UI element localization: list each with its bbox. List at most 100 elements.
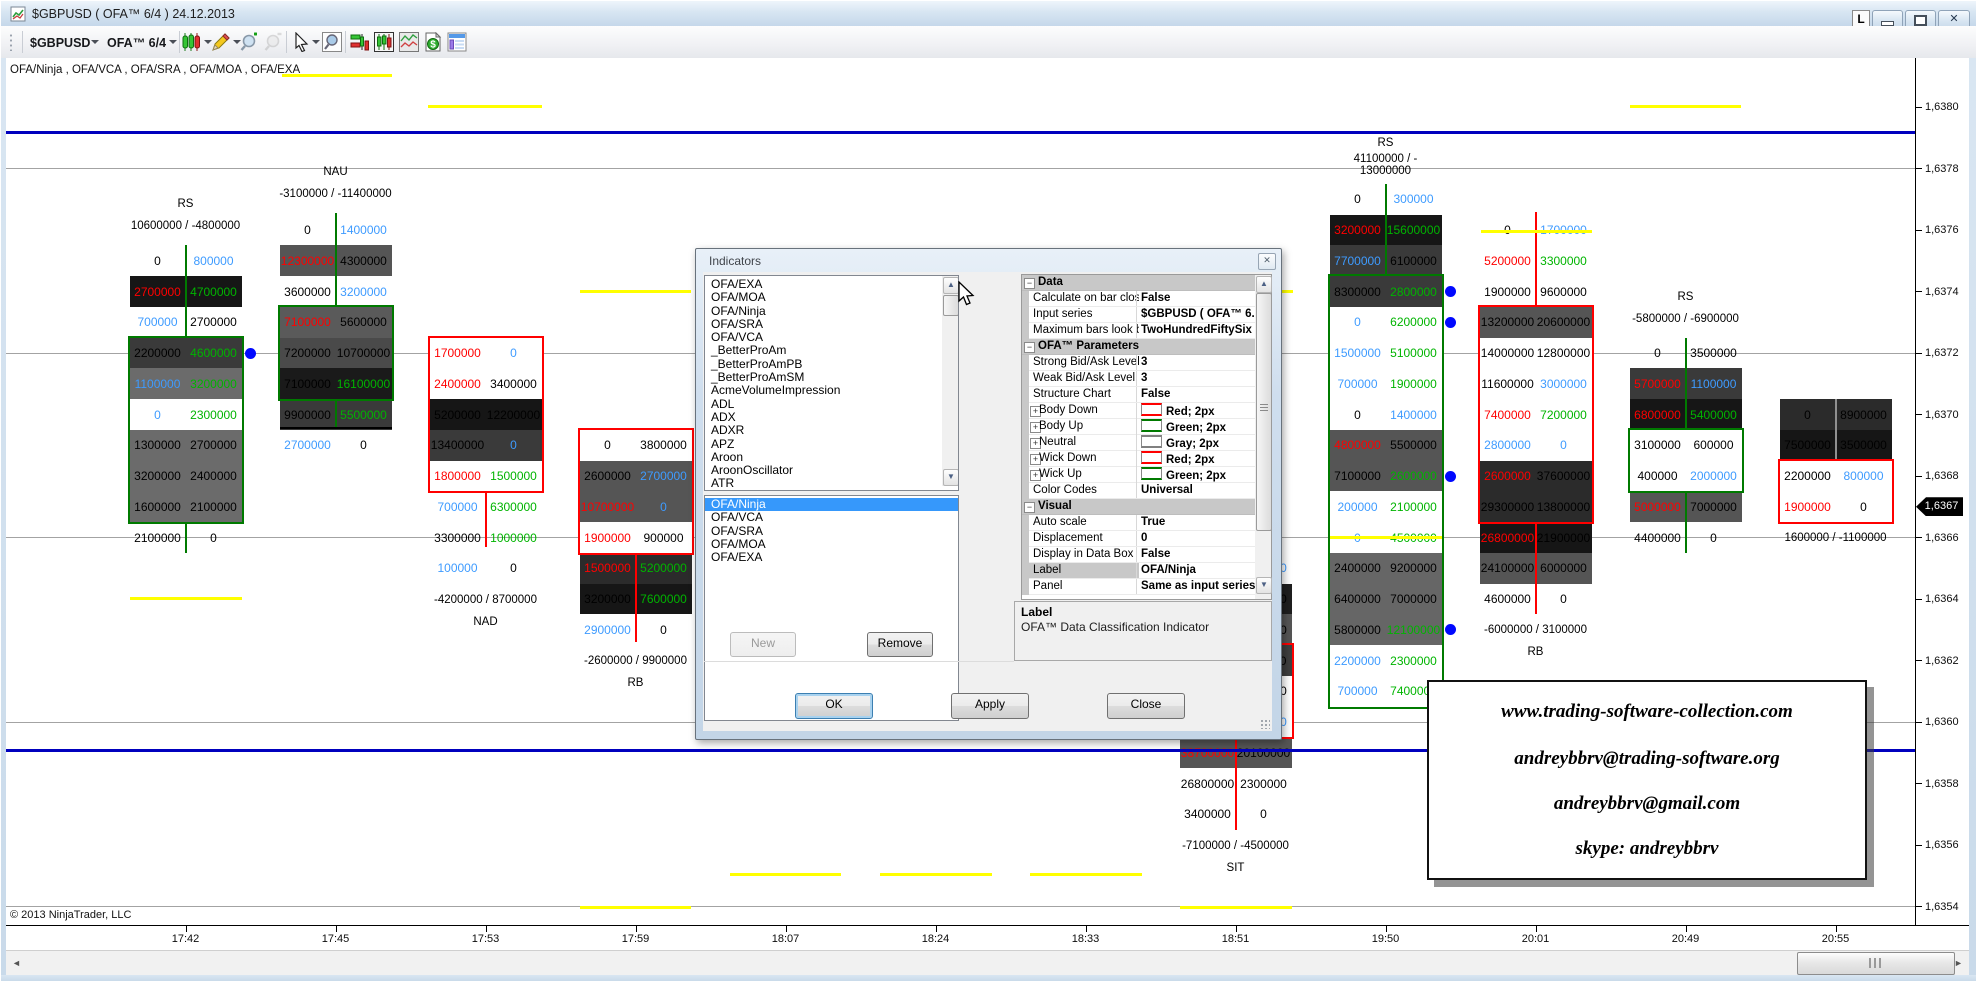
close-button[interactable]: Close — [1107, 693, 1185, 719]
indicator-list-item[interactable]: APZ — [705, 438, 958, 451]
available-indicators-list[interactable]: OFA/EXAOFA/MOAOFA/NinjaOFA/SRAOFA/VCA_Be… — [704, 275, 959, 491]
property-value[interactable]: Green; 2px — [1136, 419, 1256, 436]
indicator-list-item[interactable]: ATR — [705, 477, 958, 490]
horizontal-scrollbar[interactable]: ◄ ► — [6, 950, 1969, 976]
property-row[interactable]: Color CodesUniversal — [1022, 483, 1271, 499]
price-axis[interactable] — [1915, 58, 1916, 925]
indicator-list-item[interactable]: ADXR — [705, 424, 958, 437]
property-value[interactable]: TwoHundredFiftySix — [1136, 323, 1256, 338]
property-value[interactable]: 0 — [1136, 531, 1256, 546]
indicator-list-item[interactable]: OFA/MOA — [705, 291, 958, 304]
property-value[interactable]: OFA/Ninja — [1136, 563, 1256, 578]
period-caret-icon[interactable] — [169, 40, 177, 44]
indicator-list-item[interactable]: _BetterProAm — [705, 344, 958, 357]
property-row[interactable]: Weak Bid/Ask Level3 — [1022, 371, 1271, 387]
indicator-list-item[interactable]: OFA/EXA — [705, 278, 958, 291]
scrollbar-thumb[interactable] — [943, 295, 959, 316]
property-value[interactable]: Universal — [1136, 483, 1256, 498]
time-axis[interactable]: 17:4217:4517:5317:5918:0718:2418:3318:51… — [6, 925, 1969, 951]
account-dollar-icon[interactable]: $ — [423, 32, 443, 52]
chart-candles-icon[interactable] — [374, 32, 394, 52]
indicator-list-item[interactable]: ADX — [705, 411, 958, 424]
property-value[interactable]: False — [1136, 291, 1256, 306]
property-value[interactable]: 3 — [1136, 355, 1256, 370]
property-value[interactable]: Same as input series — [1136, 579, 1256, 594]
property-row[interactable]: Input series$GBPUSD ( OFA™ 6. — [1022, 307, 1271, 323]
indicator-list-item[interactable]: AcmeVolumeImpression — [705, 384, 958, 397]
candlestick-style-icon[interactable] — [181, 32, 201, 52]
data-grid-window-icon[interactable] — [447, 32, 467, 52]
scroll-down-button[interactable]: ▼ — [943, 469, 959, 486]
property-category-row[interactable]: −OFA™ Parameters — [1022, 339, 1271, 355]
scrollbar-thumb[interactable] — [1797, 952, 1955, 975]
property-category-row[interactable]: −Data — [1022, 275, 1271, 291]
indicator-list-item[interactable]: OFA/VCA — [705, 511, 958, 524]
remove-button[interactable]: Remove — [867, 632, 933, 657]
property-value[interactable]: Green; 2px — [1136, 467, 1256, 484]
indicator-list-item[interactable]: OFA/SRA — [705, 318, 958, 331]
property-row[interactable]: +Wick UpGreen; 2px — [1022, 467, 1271, 483]
indicator-list-item[interactable]: OFA/Ninja — [705, 498, 958, 511]
zoom-in-icon[interactable] — [240, 32, 260, 52]
scroll-up-button[interactable]: ▲ — [943, 277, 959, 294]
instrument-caret-icon[interactable] — [91, 40, 99, 44]
scroll-right-button[interactable]: ► — [1950, 953, 1967, 973]
property-value[interactable]: Gray; 2px — [1136, 435, 1256, 452]
property-category-row[interactable]: −Visual — [1022, 499, 1271, 515]
zoom-out-icon[interactable] — [264, 32, 284, 52]
scroll-down-button[interactable]: ▼ — [1256, 577, 1272, 594]
property-value[interactable]: 3 — [1136, 371, 1256, 386]
magnifier-icon[interactable] — [322, 32, 342, 52]
instrument-selector[interactable]: $GBPUSD — [30, 36, 90, 50]
pencil-draw-icon[interactable] — [211, 32, 231, 52]
scroll-up-button[interactable]: ▲ — [1256, 276, 1272, 293]
property-value[interactable]: False — [1136, 547, 1256, 562]
property-grid-scrollbar[interactable]: ▲▼ — [1255, 275, 1271, 599]
property-row[interactable]: +Body DownRed; 2px — [1022, 403, 1271, 419]
indicator-list-item[interactable]: OFA/VCA — [705, 331, 958, 344]
dialog-close-button[interactable]: ✕ — [1258, 253, 1276, 270]
property-row[interactable]: +NeutralGray; 2px — [1022, 435, 1271, 451]
market-analyzer-icon[interactable] — [350, 32, 370, 52]
indicator-list-item[interactable]: OFA/EXA — [705, 551, 958, 564]
scrollbar-thumb[interactable] — [1256, 293, 1272, 531]
property-row[interactable]: +Body UpGreen; 2px — [1022, 419, 1271, 435]
property-value[interactable]: Red; 2px — [1136, 403, 1256, 420]
property-value[interactable]: Red; 2px — [1136, 451, 1256, 468]
property-row[interactable]: Auto scaleTrue — [1022, 515, 1271, 531]
line-chart-icon[interactable] — [399, 32, 419, 52]
indicator-list-item[interactable]: OFA/Ninja — [705, 305, 958, 318]
window-titlebar[interactable]: $GBPUSD ( OFA™ 6/4 ) 24.12.2013 L ✕ — [1, 1, 1976, 27]
scroll-left-button[interactable]: ◄ — [8, 953, 25, 973]
toolbar-grip[interactable] — [9, 33, 13, 51]
property-row[interactable]: Label OFA/Ninja — [1022, 563, 1271, 579]
period-selector[interactable]: OFA™ 6/4 — [107, 36, 166, 50]
indicator-list-item[interactable]: ADL — [705, 398, 958, 411]
property-grid[interactable]: −DataCalculate on bar closFalseInput ser… — [1021, 274, 1272, 600]
indicator-list-item[interactable]: OFA/MOA — [705, 538, 958, 551]
property-value[interactable]: True — [1136, 515, 1256, 530]
new-button[interactable]: New — [730, 632, 796, 657]
indicator-list-item[interactable]: OFA/SRA — [705, 525, 958, 538]
property-row[interactable]: Displacement0 — [1022, 531, 1271, 547]
property-row[interactable]: Structure ChartFalse — [1022, 387, 1271, 403]
indicator-list-item[interactable]: AroonOscillator — [705, 464, 958, 477]
ok-button[interactable]: OK — [795, 693, 873, 719]
indicator-list-item[interactable]: Aroon — [705, 451, 958, 464]
property-row[interactable]: Maximum bars look bTwoHundredFiftySix — [1022, 323, 1271, 339]
applied-indicators-list[interactable]: OFA/NinjaOFA/VCAOFA/SRAOFA/MOAOFA/EXA — [704, 495, 959, 721]
list-scrollbar[interactable]: ▲▼ — [942, 276, 958, 486]
property-row[interactable]: Calculate on bar closFalse — [1022, 291, 1271, 307]
property-row[interactable]: Strong Bid/Ask Level3 — [1022, 355, 1271, 371]
indicator-list-item[interactable]: _BetterProAmSM — [705, 371, 958, 384]
dialog-resize-grip[interactable] — [1260, 719, 1270, 729]
indicator-list-item[interactable]: _BetterProAmPB — [705, 358, 958, 371]
property-value[interactable]: $GBPUSD ( OFA™ 6. — [1136, 307, 1256, 322]
property-value[interactable]: False — [1136, 387, 1256, 402]
cursor-pointer-icon[interactable] — [292, 32, 312, 52]
property-row[interactable]: +Wick DownRed; 2px — [1022, 451, 1271, 467]
apply-button[interactable]: Apply — [951, 693, 1029, 719]
property-row[interactable]: PanelSame as input series — [1022, 579, 1271, 595]
property-row[interactable]: Display in Data BoxFalse — [1022, 547, 1271, 563]
cursor-caret-icon[interactable] — [312, 40, 320, 44]
